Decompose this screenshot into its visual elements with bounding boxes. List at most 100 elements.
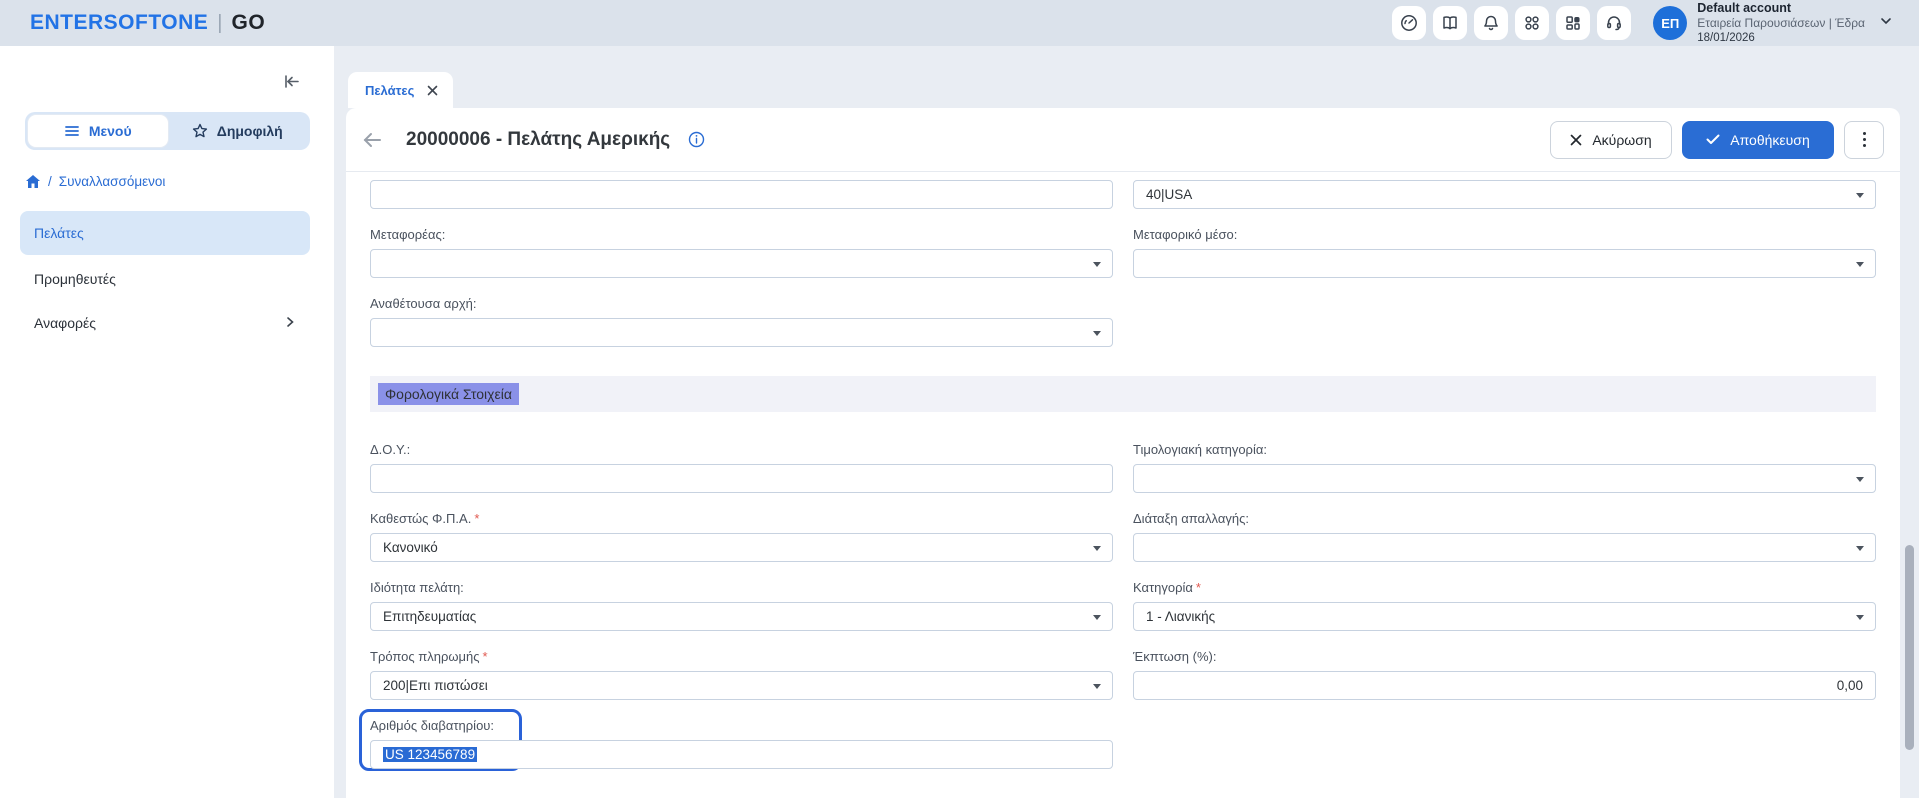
transport-means-select[interactable] [1133,249,1876,278]
breadcrumb-separator: / [48,174,52,189]
headset-icon[interactable] [1597,6,1631,40]
app-window: ENTERSOFTONE | GO ΕΠ [0,0,1919,798]
chevron-down-icon[interactable] [1879,14,1893,33]
field-pricing-category: Τιμολογιακή κατηγορία: [1133,442,1876,493]
required-mark: * [1196,580,1201,595]
category-select[interactable]: 1 - Λιανικής [1133,602,1876,631]
form-row: Ιδιότητα πελάτη: Επιτηδευματίας Κατηγορί… [370,580,1876,631]
vertical-scrollbar-thumb[interactable] [1905,545,1914,750]
sidebar-item-label: Προμηθευτές [34,271,116,287]
exemption-provision-select[interactable] [1133,533,1876,562]
form-row: Καθεστώς Φ.Π.Α.* Κανονικό Διάταξη απαλλα… [370,511,1876,562]
record-form: 40|USA Μεταφορέας: Μεταφορικό μέσο: [346,172,1900,769]
home-icon[interactable] [25,174,41,189]
tab-favorites-label: Δημοφιλή [217,123,283,139]
account-info: Default account Εταιρεία Παρουσιάσεων | … [1697,1,1865,46]
apps-icon[interactable] [1515,6,1549,40]
tab-menu[interactable]: Μενού [28,115,168,147]
breadcrumb: / Συναλλασσόμενοι [25,174,334,189]
chevron-right-icon [284,315,296,331]
account-date: 18/01/2026 [1697,31,1865,45]
sidebar-menu: Πελάτες Προμηθευτές Αναφορές [0,211,334,345]
save-button[interactable]: Αποθήκευση [1682,121,1834,159]
contracting-authority-label: Αναθέτουσα αρχή: [370,296,1113,311]
hamburger-icon [64,124,80,138]
back-arrow-icon[interactable] [358,128,386,152]
x-icon [1570,134,1582,146]
cancel-button-label: Ακύρωση [1592,132,1651,148]
speedometer-icon[interactable] [1392,6,1426,40]
app-body: Μενού Δημοφιλή / Συναλλασσόμενοι Πελάτες… [0,46,1919,798]
doy-input[interactable] [370,464,1113,493]
field-doy: Δ.Ο.Υ.: [370,442,1113,493]
vat-regime-select[interactable]: Κανονικό [370,533,1113,562]
pricing-category-select[interactable] [1133,464,1876,493]
widgets-icon[interactable] [1556,6,1590,40]
more-options-button[interactable] [1844,121,1884,159]
doy-label: Δ.Ο.Υ.: [370,442,1113,457]
discount-label: Έκπτωση (%): [1133,649,1876,664]
category-label: Κατηγορία* [1133,580,1876,595]
sidebar: Μενού Δημοφιλή / Συναλλασσόμενοι Πελάτες… [0,46,334,798]
tab-customers[interactable]: Πελάτες [348,72,453,108]
sidebar-item-label: Αναφορές [34,315,96,331]
breadcrumb-label[interactable]: Συναλλασσόμενοι [59,174,166,189]
field-vat-regime: Καθεστώς Φ.Π.Α.* Κανονικό [370,511,1113,562]
main-area: Πελάτες 20000006 - Πελάτης Αμερικής [334,46,1919,798]
entersoft-logo: ENTERSOFTONE | GO [30,11,265,35]
kebab-dot [1863,138,1866,141]
contracting-authority-select[interactable] [370,318,1113,347]
bell-icon[interactable] [1474,6,1508,40]
close-icon[interactable] [427,85,438,96]
top-header-bar: ENTERSOFTONE | GO ΕΠ [0,0,1919,46]
sidebar-item-reports[interactable]: Αναφορές [0,301,334,345]
collapse-sidebar-icon[interactable] [283,74,300,94]
sidebar-mode-switch: Μενού Δημοφιλή [25,112,310,150]
save-button-label: Αποθήκευση [1730,132,1809,148]
account-name: Default account [1697,1,1865,17]
field-carrier: Μεταφορέας: [370,227,1113,278]
exemption-provision-label: Διάταξη απαλλαγής: [1133,511,1876,526]
selected-text: US 123456789 [383,747,477,762]
tab-favorites[interactable]: Δημοφιλή [168,115,308,147]
page-title: 20000006 - Πελάτης Αμερικής [406,129,670,151]
field-exemption-provision: Διάταξη απαλλαγής: [1133,511,1876,562]
transport-means-label: Μεταφορικό μέσο: [1133,227,1876,242]
empty-cell [1133,296,1876,347]
form-row: 40|USA [370,180,1876,209]
country-select[interactable]: 40|USA [1133,180,1876,209]
avatar[interactable]: ΕΠ [1653,6,1687,40]
logo-divider: | [217,12,222,35]
form-row: Τρόπος πληρωμής* 200|Επι πιστώσει Έκπτωσ… [370,649,1876,700]
discount-input[interactable]: 0,00 [1133,671,1876,700]
field-contracting-authority: Αναθέτουσα αρχή: [370,296,1113,347]
passport-number-label: Αριθμός διαβατηρίου: [370,718,1113,733]
info-icon[interactable] [688,131,705,148]
carrier-select[interactable] [370,249,1113,278]
field-passport-number: Αριθμός διαβατηρίου: US 123456789 [370,718,1113,769]
book-icon[interactable] [1433,6,1467,40]
carrier-label: Μεταφορέας: [370,227,1113,242]
pricing-category-label: Τιμολογιακή κατηγορία: [1133,442,1876,457]
payment-method-select[interactable]: 200|Επι πιστώσει [370,671,1113,700]
customer-capacity-select[interactable]: Επιτηδευματίας [370,602,1113,631]
header-actions: ΕΠ Default account Εταιρεία Παρουσιάσεων… [1385,1,1893,46]
required-mark: * [474,511,479,526]
form-row: Δ.Ο.Υ.: Τιμολογιακή κατηγορία: [370,442,1876,493]
form-row: Αριθμός διαβατηρίου: US 123456789 [370,718,1876,769]
first-left-input[interactable] [370,180,1113,209]
field-country: 40|USA [1133,180,1876,209]
required-mark: * [483,649,488,664]
form-row: Αναθέτουσα αρχή: [370,296,1876,347]
empty-cell [1133,718,1876,769]
sidebar-item-customers[interactable]: Πελάτες [20,211,310,255]
section-title: Φορολογικά Στοιχεία [378,383,519,405]
customer-capacity-label: Ιδιότητα πελάτη: [370,580,1113,595]
cancel-button[interactable]: Ακύρωση [1550,121,1672,159]
sidebar-item-suppliers[interactable]: Προμηθευτές [0,257,334,301]
section-header: Φορολογικά Στοιχεία [370,376,1876,412]
record-toolbar: 20000006 - Πελάτης Αμερικής Ακύρωση Αποθ… [346,108,1900,172]
field-transport-means: Μεταφορικό μέσο: [1133,227,1876,278]
logo-product: GO [232,11,266,35]
passport-number-input[interactable]: US 123456789 [370,740,1113,769]
